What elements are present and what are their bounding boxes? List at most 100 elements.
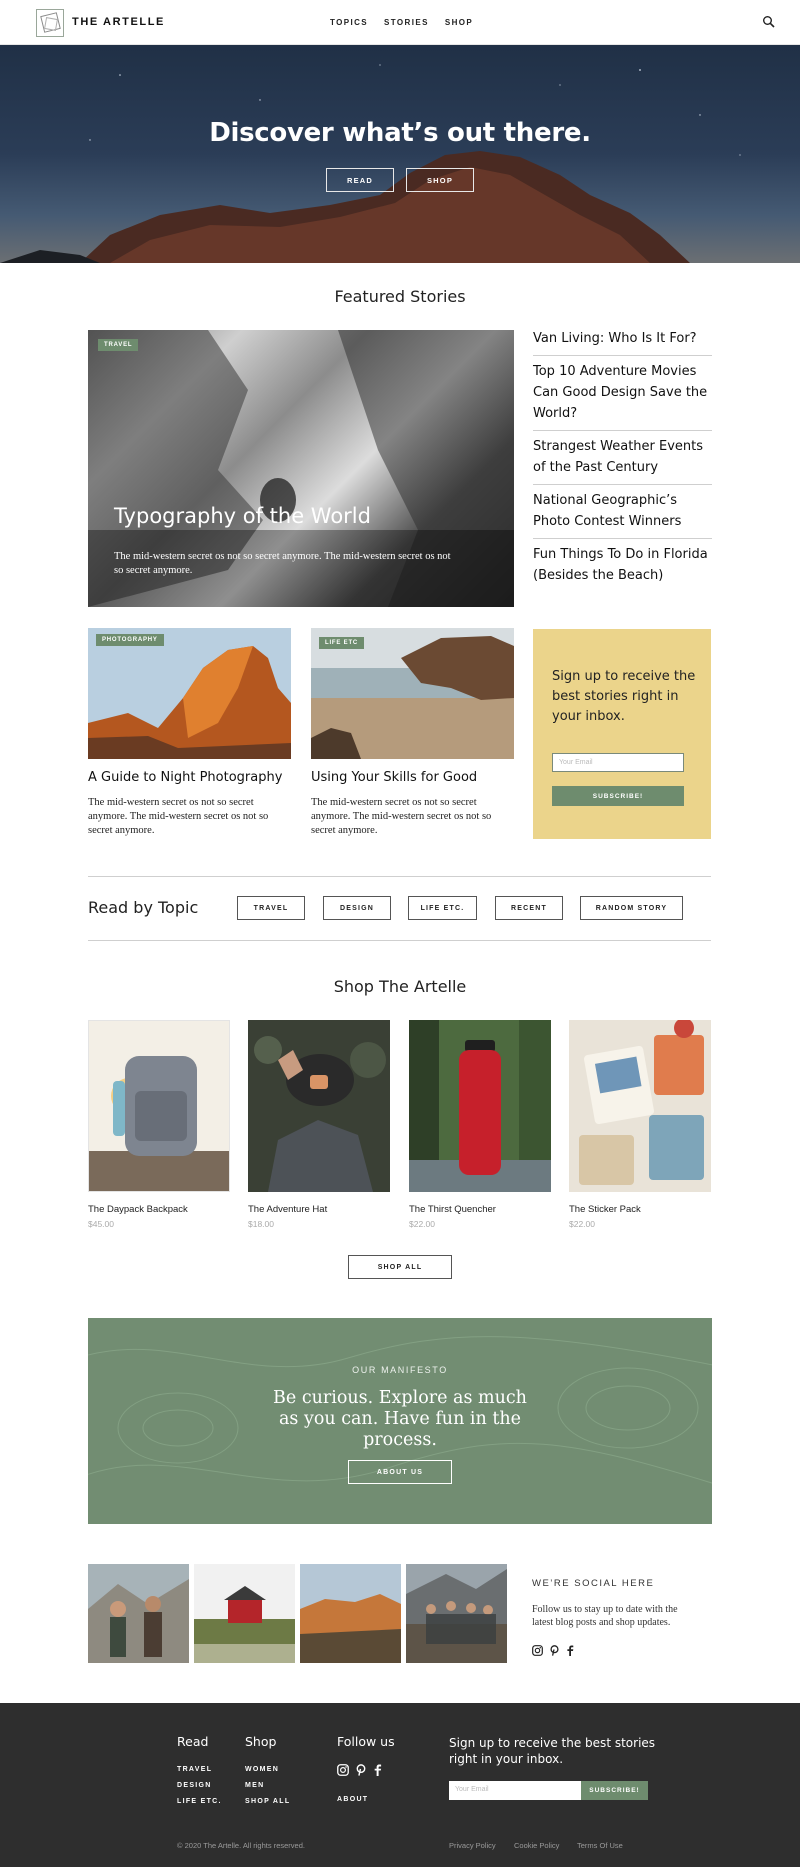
social-photo[interactable]	[88, 1564, 189, 1663]
footer-social-icons	[337, 1764, 382, 1776]
copyright-text: © 2020 The Artelle. All rights reserved.	[177, 1841, 305, 1850]
story-tag[interactable]: TRAVEL	[98, 339, 139, 351]
story-card-excerpt: The mid-western secret os not so secret …	[311, 797, 492, 836]
side-story-link[interactable]: Top 10 Adventure Movies	[533, 361, 712, 382]
hero-night-sky-image	[0, 64, 741, 263]
terms-of-use-link[interactable]: Terms Of Use	[577, 1841, 623, 1850]
product-name[interactable]: The Thirst Quencher	[409, 1204, 496, 1215]
signup-subscribe-button[interactable]: SUBSCRIBE!	[552, 786, 684, 806]
red-cabin-photo	[194, 1564, 295, 1663]
red-rock-photo	[88, 628, 291, 759]
product-image-bottle[interactable]	[409, 1020, 551, 1192]
nav-link-topics[interactable]: TOPICS	[330, 18, 368, 27]
nav-link-shop[interactable]: SHOP	[445, 18, 473, 27]
instagram-icon[interactable]	[337, 1764, 349, 1776]
manifesto-text: Be curious. Explore as much as you can. …	[273, 1388, 527, 1450]
backpack-photo	[89, 1021, 229, 1191]
signup-text: Sign up to receive the best stories righ…	[552, 669, 696, 724]
signup-email-input[interactable]: Your Email	[552, 753, 684, 772]
facebook-icon[interactable]	[373, 1764, 382, 1776]
hero-read-button[interactable]: READ	[326, 168, 394, 192]
product-image-stickers[interactable]	[569, 1020, 711, 1192]
topic-button-design[interactable]: DESIGN	[323, 896, 391, 920]
topic-button-random-story[interactable]: RANDOM STORY	[580, 896, 683, 920]
footer-follow-heading: Follow us	[337, 1734, 395, 1749]
footer-link[interactable]: MEN	[245, 1782, 264, 1789]
story-tag[interactable]: PHOTOGRAPHY	[96, 634, 164, 646]
product-price: $22.00	[569, 1219, 595, 1229]
story-card-excerpt: The mid-western secret os not so secret …	[88, 797, 269, 836]
hero-banner: Discover what’s out there. READ SHOP	[0, 45, 800, 263]
footer-email-input[interactable]: Your Email	[449, 1781, 581, 1800]
manifesto-label: OUR MANIFESTO	[352, 1365, 448, 1375]
featured-story-excerpt: The mid-western secret os not so secret …	[114, 551, 451, 576]
social-text: Follow us to stay up to date with the la…	[532, 1604, 678, 1628]
search-icon[interactable]	[762, 15, 776, 29]
footer-link[interactable]: LIFE ETC.	[177, 1798, 222, 1805]
shop-section-title: Shop The Artelle	[333, 977, 467, 996]
product-price: $45.00	[88, 1219, 114, 1229]
hero-shop-button[interactable]: SHOP	[406, 168, 474, 192]
side-story-link[interactable]: Fun Things To Do in Florida (Besides the…	[533, 544, 712, 592]
pinterest-icon[interactable]	[549, 1645, 560, 1656]
product-name[interactable]: The Daypack Backpack	[88, 1204, 188, 1215]
story-card-image-life[interactable]: LIFE ETC	[311, 628, 514, 759]
facebook-icon[interactable]	[566, 1645, 574, 1656]
newsletter-signup-box: Sign up to receive the best stories righ…	[533, 629, 711, 839]
side-story-link[interactable]: Strangest Weather Events of the Past Cen…	[533, 436, 712, 485]
shop-all-button[interactable]: SHOP ALL	[348, 1255, 452, 1279]
social-icons	[532, 1645, 574, 1656]
story-card-title[interactable]: Using Your Skills for Good	[311, 770, 477, 785]
bottle-photo	[409, 1020, 551, 1192]
footer-link[interactable]: TRAVEL	[177, 1766, 212, 1773]
sticker-pack-photo	[569, 1020, 711, 1192]
social-photo[interactable]	[194, 1564, 295, 1663]
footer-subscribe-button[interactable]: SUBSCRIBE!	[581, 1781, 648, 1800]
top-navigation: THE ARTELLE TOPICS STORIES SHOP	[0, 0, 800, 45]
social-photo[interactable]	[406, 1564, 507, 1663]
side-story-link[interactable]: Can Good Design Save the World?	[533, 382, 712, 431]
product-image-backpack[interactable]	[88, 1020, 230, 1192]
about-us-button[interactable]: ABOUT US	[348, 1460, 452, 1484]
featured-side-list: Van Living: Who Is It For? Top 10 Advent…	[533, 328, 712, 597]
social-label: WE’RE SOCIAL HERE	[532, 1578, 655, 1589]
footer-about-link[interactable]: ABOUT	[337, 1796, 368, 1803]
hat-photo	[248, 1020, 390, 1192]
pinterest-icon[interactable]	[355, 1764, 367, 1776]
product-image-hat[interactable]	[248, 1020, 390, 1192]
side-story-link[interactable]: Van Living: Who Is It For?	[533, 328, 712, 356]
cookie-policy-link[interactable]: Cookie Policy	[514, 1841, 559, 1850]
topic-button-recent[interactable]: RECENT	[495, 896, 563, 920]
product-price: $22.00	[409, 1219, 435, 1229]
hiker-group-mountain-photo	[406, 1564, 507, 1663]
footer-link[interactable]: SHOP ALL	[245, 1798, 290, 1805]
canyon-sunset-photo	[300, 1564, 401, 1663]
footer-link[interactable]: DESIGN	[177, 1782, 212, 1789]
footer-signup-text: Sign up to receive the best stories righ…	[449, 1736, 656, 1766]
story-tag[interactable]: LIFE ETC	[319, 637, 365, 649]
footer-read-heading: Read	[177, 1734, 209, 1749]
artelle-logo-icon[interactable]	[36, 9, 64, 37]
product-name[interactable]: The Adventure Hat	[248, 1204, 327, 1215]
nav-link-stories[interactable]: STORIES	[384, 18, 429, 27]
site-footer: Read TRAVEL DESIGN LIFE ETC. Shop WOMEN …	[0, 1703, 800, 1867]
product-name[interactable]: The Sticker Pack	[569, 1204, 641, 1215]
featured-main-story[interactable]: TRAVEL Typography of the World The mid-w…	[88, 330, 514, 607]
group-hikers-photo	[88, 1564, 189, 1663]
footer-link[interactable]: WOMEN	[245, 1766, 279, 1773]
read-by-topic-title: Read by Topic	[88, 898, 199, 917]
manifesto-banner: OUR MANIFESTO Be curious. Explore as muc…	[88, 1318, 712, 1524]
instagram-icon[interactable]	[532, 1645, 543, 1656]
story-card-image-photography[interactable]: PHOTOGRAPHY	[88, 628, 291, 759]
privacy-policy-link[interactable]: Privacy Policy	[449, 1841, 496, 1850]
topic-button-travel[interactable]: TRAVEL	[237, 896, 305, 920]
social-photo[interactable]	[300, 1564, 401, 1663]
story-card-title[interactable]: A Guide to Night Photography	[88, 770, 282, 785]
nav-links: TOPICS STORIES SHOP	[330, 18, 473, 27]
topic-button-life-etc[interactable]: LIFE ETC.	[408, 896, 477, 920]
product-price: $18.00	[248, 1219, 274, 1229]
featured-story-title[interactable]: Typography of the World	[114, 504, 371, 528]
side-story-link[interactable]: National Geographic’s Photo Contest Winn…	[533, 490, 712, 539]
brand-name[interactable]: THE ARTELLE	[72, 16, 165, 28]
featured-stories-title: Featured Stories	[334, 287, 466, 306]
